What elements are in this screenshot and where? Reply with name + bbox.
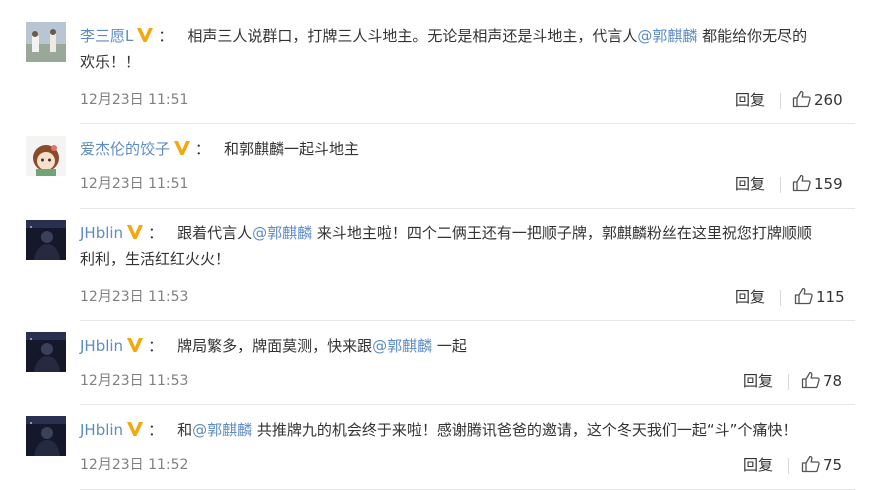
thumbs-up-icon [801, 455, 820, 473]
thumbs-up-icon [792, 90, 811, 108]
divider-vertical [788, 458, 789, 474]
comment-body: 利利，生活红红火火！ [80, 250, 231, 268]
like-count: 78 [823, 372, 843, 390]
timestamp: 12月23日 11:51 [80, 176, 189, 192]
like-button[interactable]: 159 [792, 174, 843, 193]
comment-text: 爱杰伦的饺子 ： 和郭麒麟一起斗地主 [80, 136, 861, 162]
comment-item: JHblin ： 和@郭麒麟 共推牌九的机会终于来啦！感谢腾讯爸爸的邀请，这个冬天我… [0, 405, 881, 490]
timestamp: 12月23日 11:52 [80, 457, 189, 473]
colon: ： [195, 140, 211, 158]
comment-item: 爱杰伦的饺子 ： 和郭麒麟一起斗地主 12月23日 11:51 回复 159 [0, 124, 881, 209]
like-count: 260 [814, 91, 843, 109]
comment-body: 欢乐！！ [80, 53, 141, 71]
timestamp: 12月23日 11:51 [80, 92, 189, 108]
thumbs-up-icon [792, 174, 811, 192]
like-count: 75 [823, 456, 843, 474]
verified-v-badge-icon [127, 338, 144, 352]
comment-body: 和 [177, 421, 193, 439]
comment-item: JHblin ： 牌局繁多，牌面莫测，快来跟@郭麒麟 一起 12月23日 11:53… [0, 321, 881, 405]
colon: ： [158, 27, 174, 45]
verified-v-badge-icon [127, 225, 144, 239]
colon: ： [148, 421, 164, 439]
comment-body: 共推牌九的机会终于来啦！感谢腾讯爸爸的邀请，这个冬天我们一起“斗”个痛快！ [252, 421, 798, 439]
reply-button[interactable]: 回复 [735, 173, 765, 194]
comment-text: JHblin ： 牌局繁多，牌面莫测，快来跟@郭麒麟 一起 [80, 333, 861, 359]
mention-link[interactable]: @郭麒麟 [637, 27, 697, 45]
colon: ： [148, 337, 164, 355]
like-count: 159 [814, 175, 843, 193]
comment-body: 牌局繁多，牌面莫测，快来跟 [177, 337, 373, 355]
divider-vertical [780, 93, 781, 109]
comment-body: 跟着代言人 [177, 224, 253, 242]
reply-button[interactable]: 回复 [743, 454, 773, 475]
divider-vertical [780, 290, 781, 306]
comment-body: 相声三人说群口，打牌三人斗地主。无论是相声还是斗地主，代言人 [187, 27, 638, 45]
comment-body: 一起 [432, 337, 467, 355]
comment-text: JHblin ： 和@郭麒麟 共推牌九的机会终于来啦！感谢腾讯爸爸的邀请，这个冬天我… [80, 417, 861, 443]
comment-body: 来斗地主啦！四个二俩王还有一把顺子牌，郭麒麟粉丝在这里祝您打牌顺顺 [312, 224, 812, 242]
avatar[interactable] [26, 332, 66, 372]
timestamp: 12月23日 11:53 [80, 289, 189, 305]
verified-v-badge-icon [137, 28, 154, 42]
comment-body: 和郭麒麟一起斗地主 [224, 140, 360, 158]
like-button[interactable]: 78 [801, 371, 842, 390]
username-link[interactable]: 李三愿L [80, 27, 133, 45]
comment-text: JHblin ： 跟着代言人@郭麒麟 来斗地主啦！四个二俩王还有一把顺子牌，郭麒麟粉… [80, 220, 861, 272]
avatar[interactable] [26, 22, 66, 62]
mention-link[interactable]: @郭麒麟 [372, 337, 432, 355]
thumbs-up-icon [801, 371, 820, 389]
like-button[interactable]: 260 [792, 90, 843, 109]
like-button[interactable]: 75 [801, 455, 842, 474]
verified-v-badge-icon [127, 422, 144, 436]
username-link[interactable]: 爱杰伦的饺子 [80, 140, 170, 158]
comment-item: 李三愿L：相声三人说群口，打牌三人斗地主。无论是相声还是斗地主，代言人@郭麒麟 … [0, 0, 881, 124]
avatar[interactable] [26, 416, 66, 456]
mention-link[interactable]: @郭麒麟 [192, 421, 252, 439]
mention-link[interactable]: @郭麒麟 [252, 224, 312, 242]
reply-button[interactable]: 回复 [735, 286, 765, 307]
reply-button[interactable]: 回复 [735, 89, 765, 110]
avatar[interactable] [26, 136, 66, 176]
comment-text: 李三愿L：相声三人说群口，打牌三人斗地主。无论是相声还是斗地主，代言人@郭麒麟 … [80, 23, 861, 75]
like-button[interactable]: 115 [794, 287, 845, 306]
username-link[interactable]: JHblin [80, 224, 123, 242]
thumbs-up-icon [794, 287, 813, 305]
username-link[interactable]: JHblin [80, 337, 123, 355]
like-count: 115 [816, 288, 845, 306]
comment-item: JHblin ： 跟着代言人@郭麒麟 来斗地主啦！四个二俩王还有一把顺子牌，郭麒麟粉… [0, 209, 881, 321]
avatar[interactable] [26, 220, 66, 260]
colon: ： [148, 224, 164, 242]
comment-body: 都能给你无尽的 [697, 27, 808, 45]
username-link[interactable]: JHblin [80, 421, 123, 439]
divider-vertical [780, 177, 781, 193]
verified-v-badge-icon [174, 141, 191, 155]
timestamp: 12月23日 11:53 [80, 373, 189, 389]
reply-button[interactable]: 回复 [743, 370, 773, 391]
divider-vertical [788, 374, 789, 390]
